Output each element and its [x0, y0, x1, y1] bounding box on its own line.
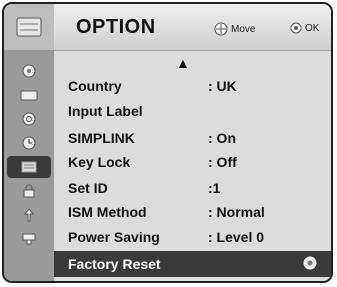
menu-title: OPTION — [76, 16, 156, 38]
ok-hint-label: OK — [305, 22, 320, 34]
menu-item-input-label[interactable]: Input Label — [68, 100, 323, 122]
move-hint: Move — [214, 22, 255, 36]
menu-item-label: Power Saving — [68, 229, 160, 245]
menu-item-value: : On — [208, 130, 236, 146]
ok-select-icon — [303, 256, 317, 273]
lock-icon[interactable] — [7, 180, 51, 202]
menu-item-label: Country — [68, 78, 122, 94]
menu-item-label: ISM Method — [68, 204, 147, 220]
menu-item-simplink[interactable]: SIMPLINK : On — [68, 127, 323, 149]
menu-item-value: : UK — [208, 78, 237, 94]
picture-icon[interactable] — [7, 60, 51, 82]
ok-hint: OK — [290, 22, 319, 34]
menu-item-power-saving[interactable]: Power Saving : Level 0 — [68, 226, 323, 248]
menu-body: ▲ Country : UK Input Label SIMPLINK : On… — [54, 51, 331, 281]
option-icon[interactable] — [7, 156, 51, 178]
option-menu: OPTION Move OK ▲ Country : UK Input Labe… — [2, 2, 333, 283]
scroll-up-arrow-icon[interactable]: ▲ — [176, 55, 190, 71]
menu-item-value: : Off — [208, 154, 237, 170]
menu-item-value: :1 — [208, 180, 221, 196]
audio-icon[interactable] — [7, 84, 51, 106]
menu-item-label: SIMPLINK — [68, 130, 135, 146]
menu-item-label: Key Lock — [68, 154, 131, 170]
menu-item-label: Factory Reset — [68, 256, 161, 272]
usb-icon[interactable] — [7, 204, 51, 226]
menu-item-label: Input Label — [68, 103, 143, 119]
menu-header: OPTION Move OK — [54, 4, 331, 51]
menu-item-country[interactable]: Country : UK — [68, 75, 323, 97]
tv-icon[interactable] — [7, 108, 51, 130]
menu-item-value: : Level 0 — [208, 229, 265, 245]
ok-button-icon — [290, 22, 302, 34]
menu-item-label: Set ID — [68, 180, 108, 196]
menu-item-key-lock[interactable]: Key Lock : Off — [68, 151, 323, 173]
menu-top-icon — [4, 4, 54, 50]
time-icon[interactable] — [7, 132, 51, 154]
menu-item-ism-method[interactable]: ISM Method : Normal — [68, 201, 323, 223]
support-icon[interactable] — [7, 228, 51, 250]
menu-item-factory-reset[interactable]: Factory Reset — [54, 251, 331, 277]
menu-item-value: : Normal — [208, 204, 265, 220]
menu-item-set-id[interactable]: Set ID :1 — [68, 177, 323, 199]
move-dpad-icon — [214, 22, 228, 36]
move-hint-label: Move — [231, 23, 256, 35]
sidebar — [4, 4, 55, 281]
